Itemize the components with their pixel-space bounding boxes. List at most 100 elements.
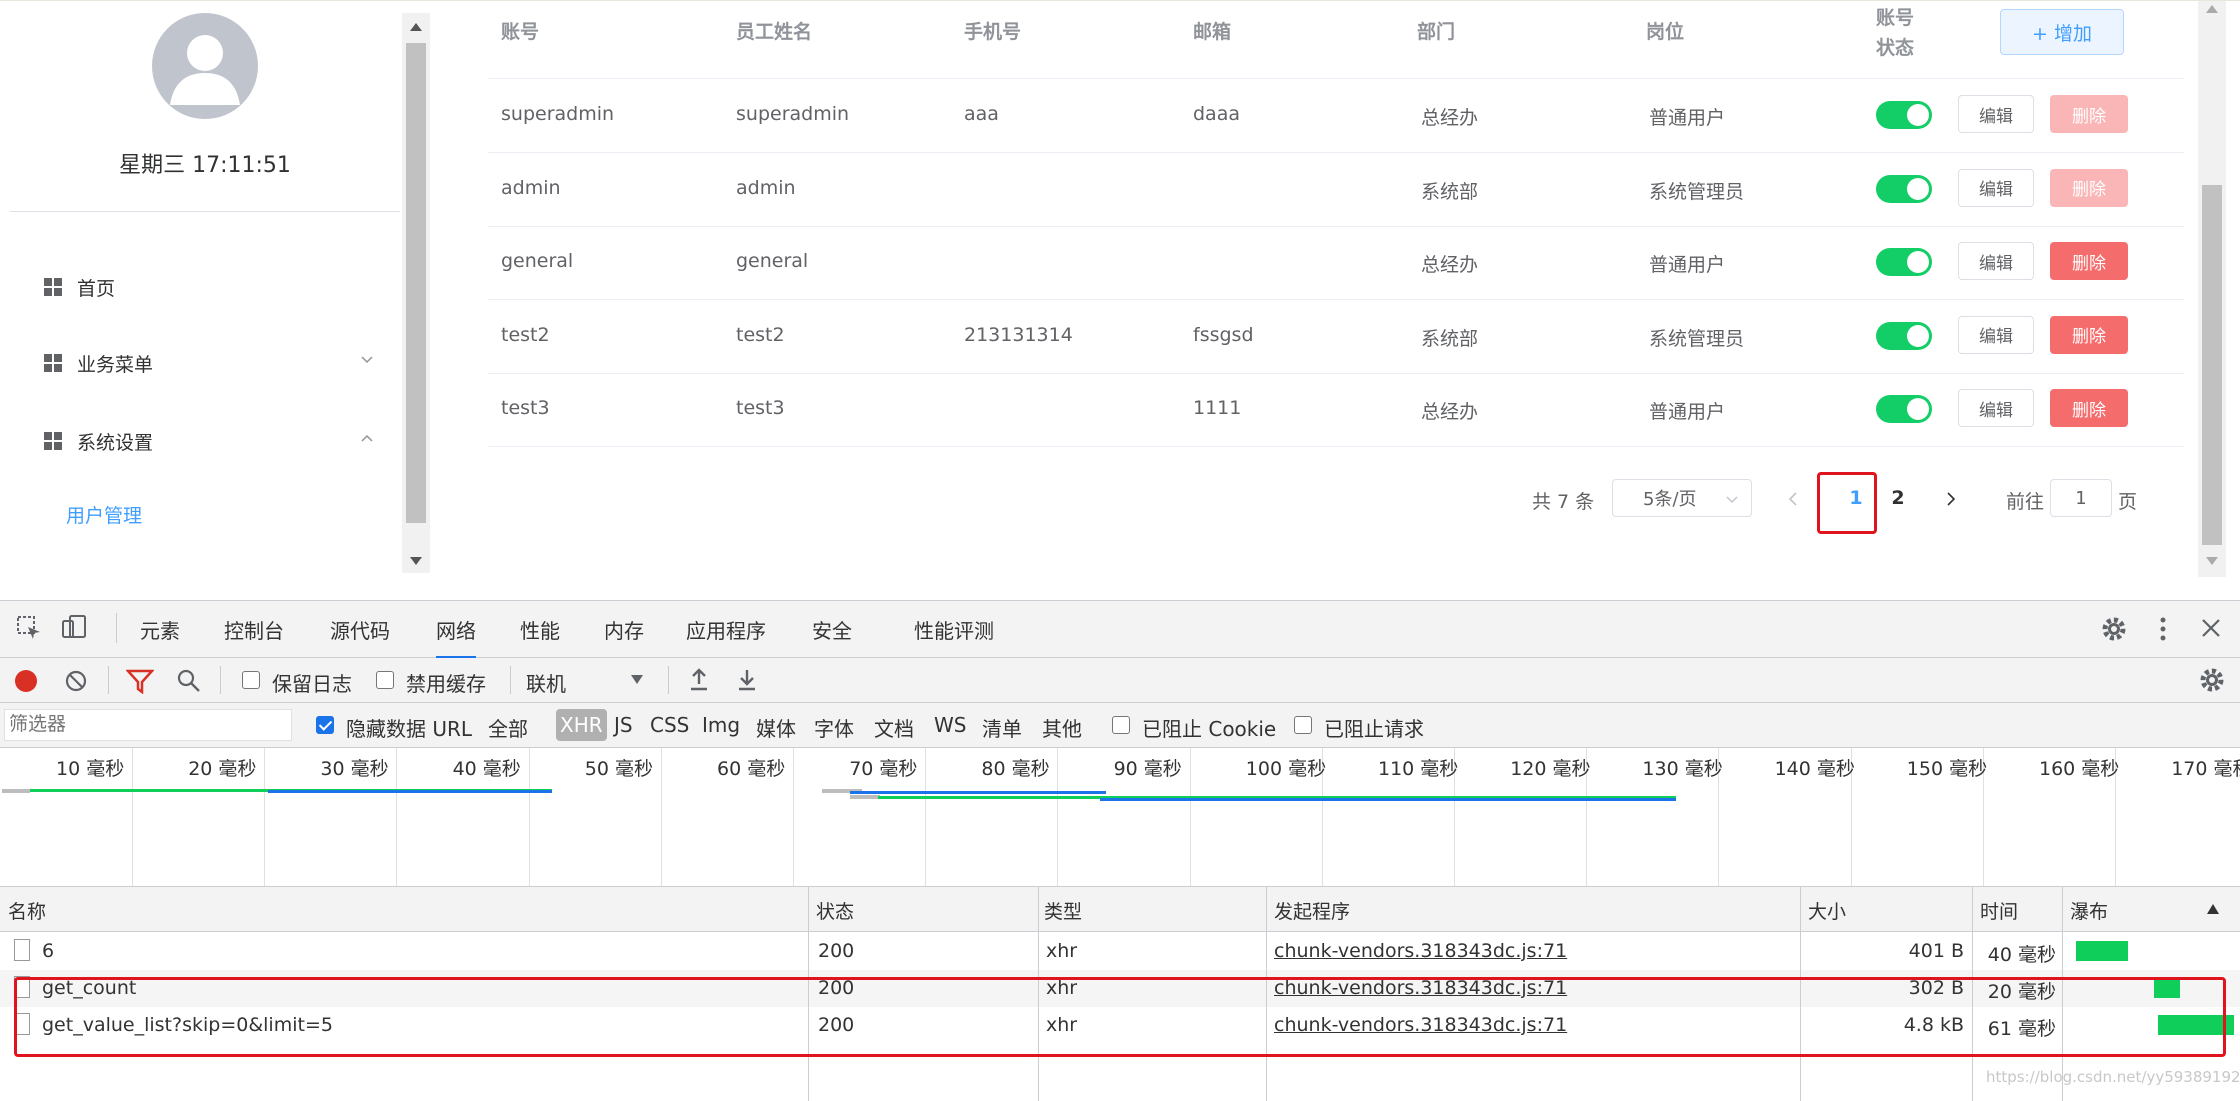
status-toggle[interactable] — [1876, 248, 1932, 276]
record-icon[interactable] — [13, 668, 39, 694]
devtools-tab[interactable]: 控制台 — [224, 615, 284, 644]
prev-page-icon[interactable] — [1786, 491, 1800, 507]
throttle-select[interactable]: 联机 — [526, 668, 566, 697]
blocked-requests-checkbox[interactable] — [1294, 716, 1312, 734]
cell-dept: 总经办 — [1421, 254, 1479, 276]
network-table-header: 名称 状态 类型 发起程序 大小 时间 瀑布 — [0, 887, 2240, 932]
blocked-cookies-checkbox[interactable] — [1112, 716, 1130, 734]
type-filter-1[interactable]: XHR — [556, 709, 607, 741]
page-2-button[interactable]: 2 — [1878, 487, 1918, 509]
timeline-tick-label: 20 毫秒 — [188, 758, 257, 780]
gear-icon[interactable] — [2100, 615, 2128, 643]
export-har-icon[interactable] — [736, 668, 758, 692]
devtools-tab[interactable]: 应用程序 — [686, 615, 766, 644]
col-header-time[interactable]: 时间 — [1980, 897, 2018, 924]
col-header-name: 员工姓名 — [736, 21, 813, 43]
sidebar-item-system-settings[interactable]: 系统设置 — [44, 421, 374, 461]
type-filter-5[interactable]: 媒体 — [756, 713, 796, 742]
network-request-row[interactable]: 6 200 xhr chunk-vendors.318343dc.js:71 401 B… — [0, 933, 2240, 970]
devtools-tab[interactable]: 安全 — [812, 615, 852, 644]
col-header-size[interactable]: 大小 — [1808, 897, 1846, 924]
scroll-down-arrow-icon[interactable] — [410, 557, 422, 565]
inspect-element-icon[interactable] — [16, 615, 42, 641]
status-toggle[interactable] — [1876, 174, 1932, 203]
filter-input[interactable] — [5, 710, 293, 738]
filter-icon[interactable] — [126, 668, 154, 694]
close-icon[interactable] — [2200, 617, 2222, 639]
scrollbar-thumb[interactable] — [406, 43, 426, 523]
status-toggle[interactable] — [1876, 395, 1932, 423]
devtools-tab[interactable]: 性能 — [520, 615, 560, 644]
edit-button[interactable]: 编辑 — [1958, 242, 2034, 280]
devtools-tab[interactable]: 源代码 — [330, 615, 390, 644]
col-header-initiator[interactable]: 发起程序 — [1274, 897, 1350, 924]
network-settings-gear-icon[interactable] — [2198, 666, 2226, 694]
network-overview-timeline[interactable]: 10 毫秒 20 毫秒 30 毫秒 40 毫秒 50 毫秒 60 毫秒 70 毫秒 80 毫秒… — [0, 748, 2240, 887]
col-header-waterfall[interactable]: 瀑布 — [2070, 897, 2108, 924]
timeline-gridline — [132, 748, 133, 886]
status-toggle[interactable] — [1876, 321, 1932, 350]
type-filter-3[interactable]: CSS — [650, 713, 689, 737]
goto-page-input[interactable]: 1 — [2050, 479, 2112, 517]
cell-name: admin — [736, 176, 796, 199]
sort-ascending-icon[interactable] — [2206, 903, 2220, 915]
request-initiator[interactable]: chunk-vendors.318343dc.js:71 — [1274, 940, 1567, 962]
delete-button[interactable]: 删除 — [2050, 242, 2128, 280]
col-header-type[interactable]: 类型 — [1044, 897, 1082, 924]
page-size-select[interactable]: 5条/页 — [1612, 479, 1752, 517]
scroll-up-arrow-icon[interactable] — [410, 23, 422, 31]
devtools-tab[interactable]: 元素 — [140, 615, 180, 644]
more-vert-icon[interactable] — [2154, 615, 2172, 643]
col-header-status[interactable]: 状态 — [816, 897, 854, 924]
type-filter-8[interactable]: WS — [934, 713, 966, 737]
preserve-log-checkbox[interactable] — [242, 671, 260, 689]
timeline-bar-queue — [2, 789, 30, 793]
devtools-tab[interactable]: 性能评测 — [914, 615, 994, 644]
watermark-text: https://blog.csdn.net/yy593891927 — [1986, 1068, 2240, 1086]
disable-cache-label: 禁用缓存 — [406, 672, 486, 696]
import-har-icon[interactable] — [688, 668, 710, 692]
next-page-icon[interactable] — [1944, 491, 1958, 507]
delete-button[interactable]: 删除 — [2050, 168, 2128, 207]
devtools-tab[interactable]: 内存 — [604, 615, 644, 644]
timeline-tick-label: 130 毫秒 — [1642, 758, 1723, 780]
timeline-gridline — [925, 748, 927, 886]
type-filter-10[interactable]: 其他 — [1042, 713, 1082, 742]
hide-data-url-checkbox[interactable] — [316, 716, 334, 734]
cell-role: 系统管理员 — [1649, 180, 1745, 203]
clear-icon[interactable] — [64, 669, 88, 693]
scroll-up-arrow-icon[interactable] — [2206, 5, 2218, 13]
timeline-gridline — [396, 748, 398, 886]
edit-button[interactable]: 编辑 — [1958, 315, 2034, 354]
type-filter-0[interactable]: 全部 — [488, 713, 528, 742]
timeline-gridline — [528, 748, 530, 886]
delete-button[interactable]: 删除 — [2050, 315, 2128, 354]
user-avatar[interactable] — [152, 13, 258, 119]
main-scrollbar[interactable] — [2198, 1, 2226, 577]
dropdown-arrow-icon[interactable] — [630, 674, 644, 686]
type-filter-4[interactable]: Img — [702, 713, 740, 737]
device-toggle-icon[interactable] — [60, 613, 88, 641]
delete-button[interactable]: 删除 — [2050, 95, 2128, 133]
edit-button[interactable]: 编辑 — [1958, 168, 2034, 207]
type-filter-2[interactable]: JS — [614, 713, 633, 737]
type-filter-9[interactable]: 清单 — [982, 713, 1022, 742]
sidebar-subitem-user-management[interactable]: 用户管理 — [66, 501, 142, 528]
scroll-down-arrow-icon[interactable] — [2206, 557, 2218, 565]
edit-button[interactable]: 编辑 — [1958, 95, 2034, 133]
disable-cache-checkbox[interactable] — [376, 671, 394, 689]
scrollbar-thumb[interactable] — [2202, 185, 2222, 545]
col-header-name[interactable]: 名称 — [8, 897, 46, 924]
devtools-tab[interactable]: 网络 — [436, 615, 476, 659]
type-filter-6[interactable]: 字体 — [814, 713, 854, 742]
status-toggle[interactable] — [1876, 101, 1932, 129]
sidebar-item-home[interactable]: 首页 — [44, 267, 374, 307]
search-icon[interactable] — [176, 668, 202, 694]
clock-display: 星期三 17:11:51 — [119, 153, 291, 178]
edit-button[interactable]: 编辑 — [1958, 389, 2034, 427]
add-button[interactable]: + 增加 — [2000, 9, 2124, 55]
sidebar-scrollbar[interactable] — [402, 13, 430, 573]
delete-button[interactable]: 删除 — [2050, 389, 2128, 427]
type-filter-7[interactable]: 文档 — [874, 713, 914, 742]
sidebar-item-business-menu[interactable]: 业务菜单 — [44, 343, 374, 383]
